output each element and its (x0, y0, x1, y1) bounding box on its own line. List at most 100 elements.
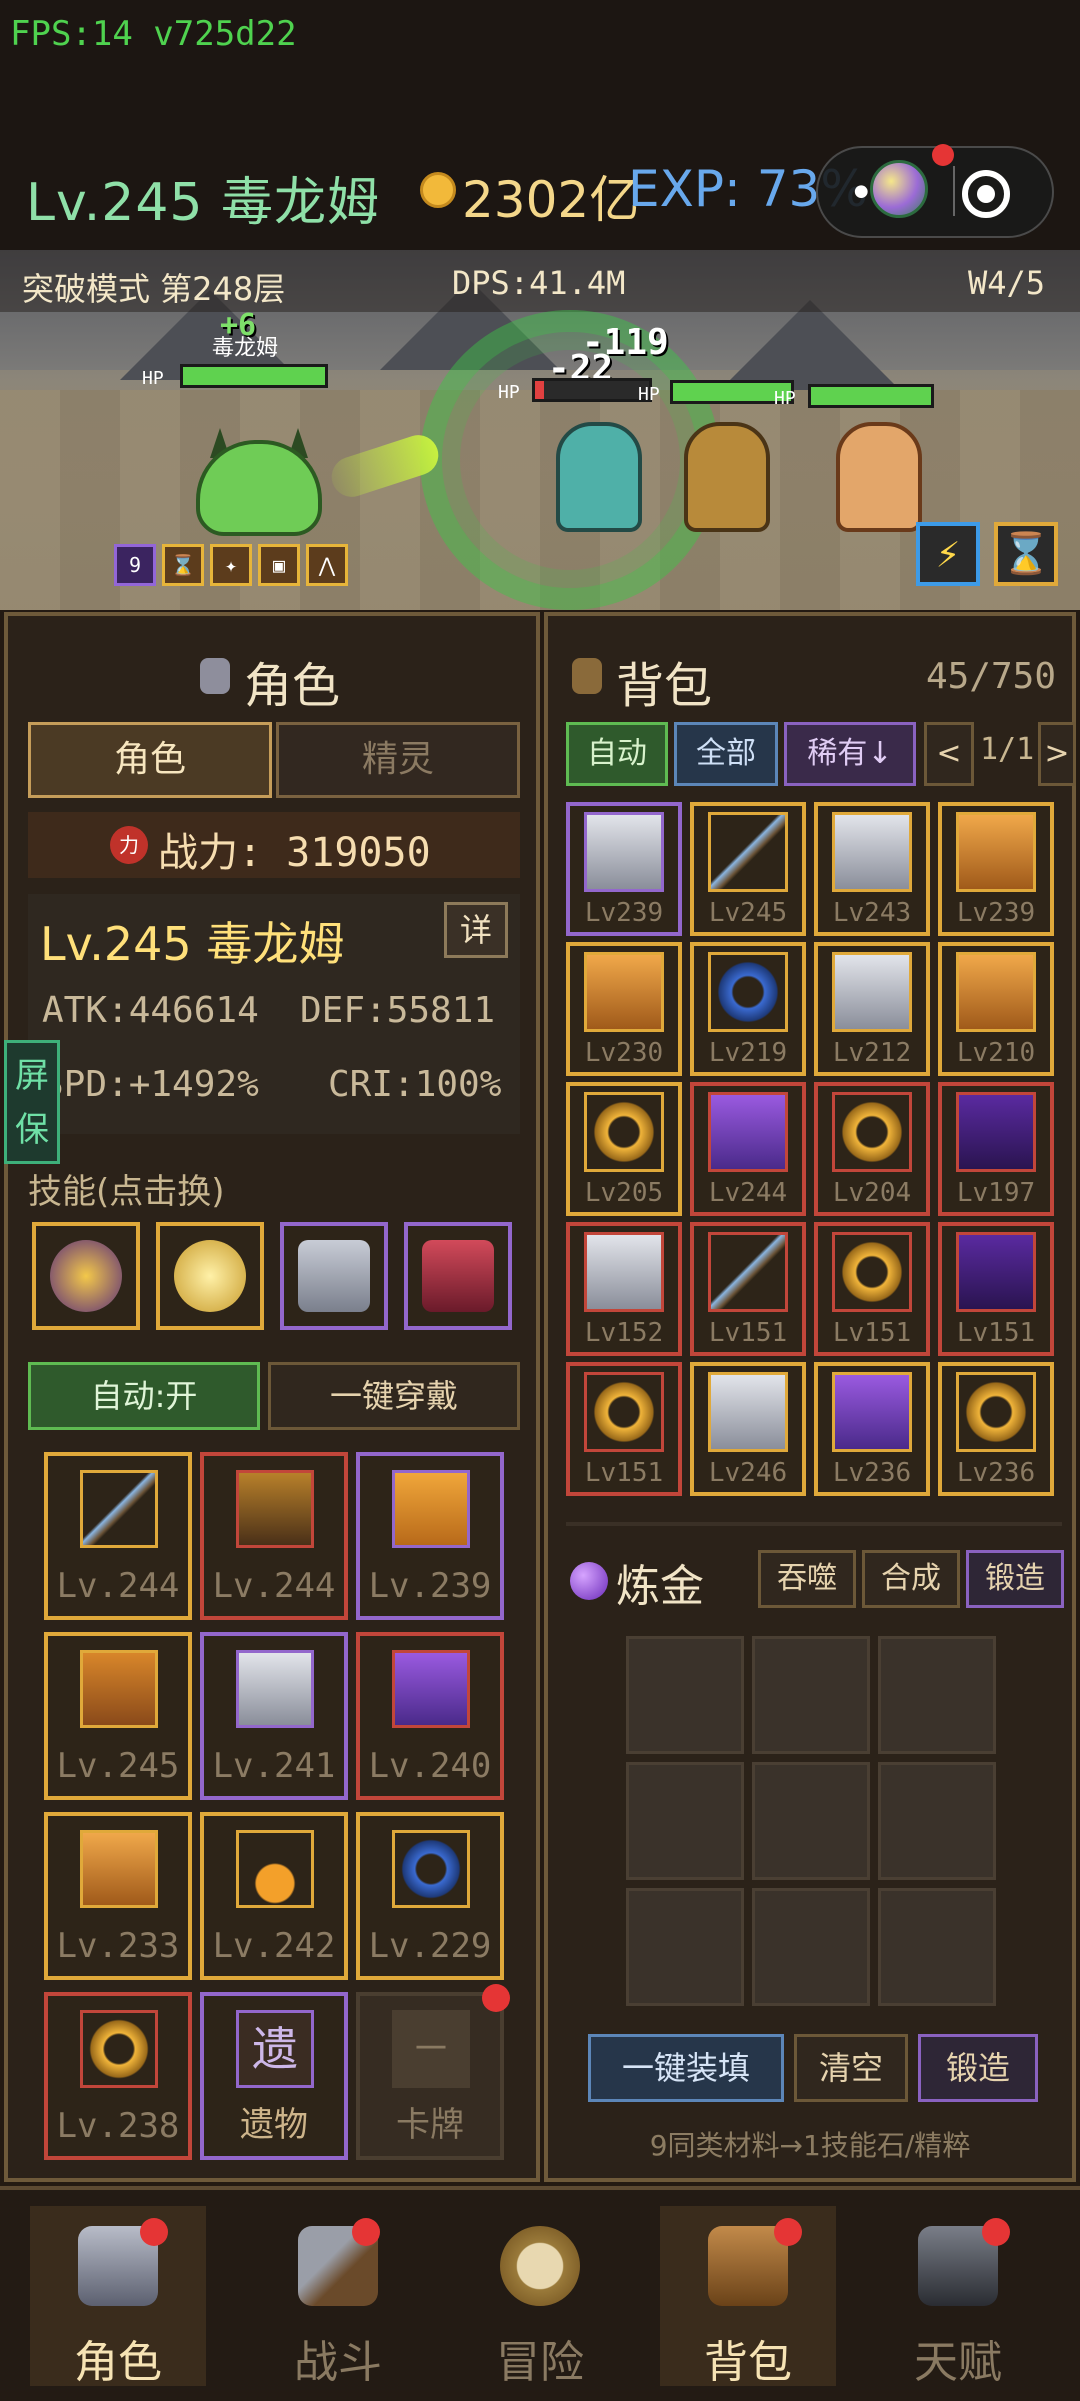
alchemy-slot[interactable] (626, 1762, 744, 1880)
tab-devour[interactable]: 吞噬 (758, 1550, 856, 1608)
equip-slot-gauntlet[interactable]: Lv.241 (200, 1632, 348, 1800)
detail-button[interactable]: 详 (444, 902, 508, 958)
bag-item[interactable]: Lv230 (566, 942, 682, 1076)
item-level: Lv236 (832, 1458, 912, 1488)
skills-label: 技能(点击换) (28, 1172, 225, 1212)
bag-item[interactable]: Lv219 (690, 942, 806, 1076)
angel-icon (174, 1240, 246, 1312)
def-stat: DEF:55811 (300, 990, 496, 1031)
bag-item[interactable]: Lv151 (690, 1222, 806, 1356)
bag-item[interactable]: Lv243 (814, 802, 930, 936)
wings-icon (80, 1830, 158, 1908)
equip-slot-necklace[interactable]: Lv.242 (200, 1812, 348, 1980)
alchemy-slot[interactable] (878, 1636, 996, 1754)
bag-item[interactable]: Lv239 (938, 802, 1054, 936)
filter-auto[interactable]: 自动 (566, 722, 668, 786)
staff-icon (80, 1470, 158, 1548)
glove-icon (392, 1650, 470, 1728)
item-icon (956, 952, 1036, 1032)
skill-slot-wings[interactable] (404, 1222, 512, 1330)
ring-icon (80, 2010, 158, 2088)
tab-forge[interactable]: 锻造 (966, 1550, 1064, 1608)
alchemy-slot[interactable] (626, 1888, 744, 2006)
item-level: Lv151 (956, 1318, 1036, 1348)
equip-all-button[interactable]: 一键穿戴 (268, 1362, 520, 1430)
bag-item[interactable]: Lv236 (814, 1362, 930, 1496)
alchemy-slot[interactable] (752, 1888, 870, 2006)
fps-counter: FPS:14 v725d22 (10, 14, 297, 54)
alchemy-slot[interactable] (752, 1762, 870, 1880)
bag-item[interactable]: Lv212 (814, 942, 930, 1076)
chestplate-icon (392, 1470, 470, 1548)
alchemy-slot[interactable] (878, 1762, 996, 1880)
bag-item[interactable]: Lv236 (938, 1362, 1054, 1496)
bag-item[interactable]: Lv151 (814, 1222, 930, 1356)
hp-label: HP (498, 382, 520, 403)
enemy-hp-bar (532, 378, 652, 402)
spirit-orb-icon[interactable] (870, 160, 928, 218)
alchemy-slot[interactable] (752, 1636, 870, 1754)
empty-card-icon: － (392, 2010, 470, 2088)
nav-role[interactable]: 角色 (30, 2206, 206, 2388)
equip-slot-glove[interactable]: Lv.240 (356, 1632, 504, 1800)
bag-item[interactable]: Lv239 (566, 802, 682, 936)
auto-fill-button[interactable]: 一键装填 (588, 2034, 784, 2102)
bag-item[interactable]: Lv204 (814, 1082, 930, 1216)
equip-slot-ring-2[interactable]: Lv.238 (44, 1992, 192, 2160)
tab-role[interactable]: 角色 (28, 722, 272, 798)
equip-slot-legs[interactable]: Lv.245 (44, 1632, 192, 1800)
record-icon[interactable] (962, 170, 1010, 218)
item-level: Lv219 (708, 1038, 788, 1068)
bag-item[interactable]: Lv205 (566, 1082, 682, 1216)
nav-battle[interactable]: 战斗 (250, 2206, 426, 2388)
equip-level: Lv.239 (368, 1566, 492, 1606)
auto-toggle-button[interactable]: 自动:开 (28, 1362, 260, 1430)
bag-item[interactable]: Lv152 (566, 1222, 682, 1356)
equip-slot-staff[interactable]: Lv.244 (44, 1452, 192, 1620)
item-level: Lv243 (832, 898, 912, 928)
nav-bag[interactable]: 背包 (660, 2206, 836, 2388)
item-level: Lv244 (708, 1178, 788, 1208)
screen-lock-button[interactable]: 屏保 (4, 1040, 60, 1164)
skill-slot-angel[interactable] (156, 1222, 264, 1330)
alchemy-slot[interactable] (626, 1636, 744, 1754)
equip-slot-helmet[interactable]: Lv.244 (200, 1452, 348, 1620)
bag-item[interactable]: Lv210 (938, 942, 1054, 1076)
speed-skill-button[interactable]: ⚡ (916, 522, 980, 586)
item-level: Lv236 (956, 1458, 1036, 1488)
bag-item[interactable]: Lv245 (690, 802, 806, 936)
equip-slot-chest[interactable]: Lv.239 (356, 1452, 504, 1620)
forge-button[interactable]: 锻造 (918, 2034, 1038, 2102)
page-indicator: 1/1 (980, 732, 1035, 767)
bag-item[interactable]: Lv244 (690, 1082, 806, 1216)
alchemy-slot[interactable] (878, 1888, 996, 2006)
bag-item[interactable]: Lv197 (938, 1082, 1054, 1216)
player-hp-bar (180, 364, 328, 388)
filter-rarity-sort[interactable]: 稀有↓ (784, 722, 916, 786)
hourglass-icon: ⌛ (1001, 531, 1051, 577)
alchemy-title: 炼金 (616, 1561, 704, 1612)
nav-talent[interactable]: 天赋 (870, 2206, 1046, 2388)
clear-button[interactable]: 清空 (794, 2034, 908, 2102)
relic-slot[interactable]: 遗 遗物 (200, 1992, 348, 2160)
nav-adventure[interactable]: 冒险 (452, 2206, 628, 2388)
notification-dot (982, 2218, 1010, 2246)
bag-item[interactable]: Lv151 (938, 1222, 1054, 1356)
tab-synthesize[interactable]: 合成 (862, 1550, 960, 1608)
item-level: Lv245 (708, 898, 788, 928)
role-panel: 角色 角色 精灵 力 战力: 319050 Lv.245 毒龙姆 详 ATK:4… (4, 612, 540, 2182)
tab-spirit[interactable]: 精灵 (276, 722, 520, 798)
equip-slot-wings[interactable]: Lv.233 (44, 1812, 192, 1980)
bag-item[interactable]: Lv246 (690, 1362, 806, 1496)
equip-slot-ring[interactable]: Lv.229 (356, 1812, 504, 1980)
time-skill-button[interactable]: ⌛ (994, 522, 1058, 586)
prev-page-button[interactable]: < (924, 722, 974, 786)
bag-item[interactable]: Lv151 (566, 1362, 682, 1496)
item-icon (708, 812, 788, 892)
skill-slot-hourglass[interactable] (32, 1222, 140, 1330)
skill-slot-armor[interactable] (280, 1222, 388, 1330)
filter-all[interactable]: 全部 (674, 722, 778, 786)
item-icon (832, 1232, 912, 1312)
card-slot[interactable]: － 卡牌 (356, 1992, 504, 2160)
next-page-button[interactable]: > (1038, 722, 1076, 786)
